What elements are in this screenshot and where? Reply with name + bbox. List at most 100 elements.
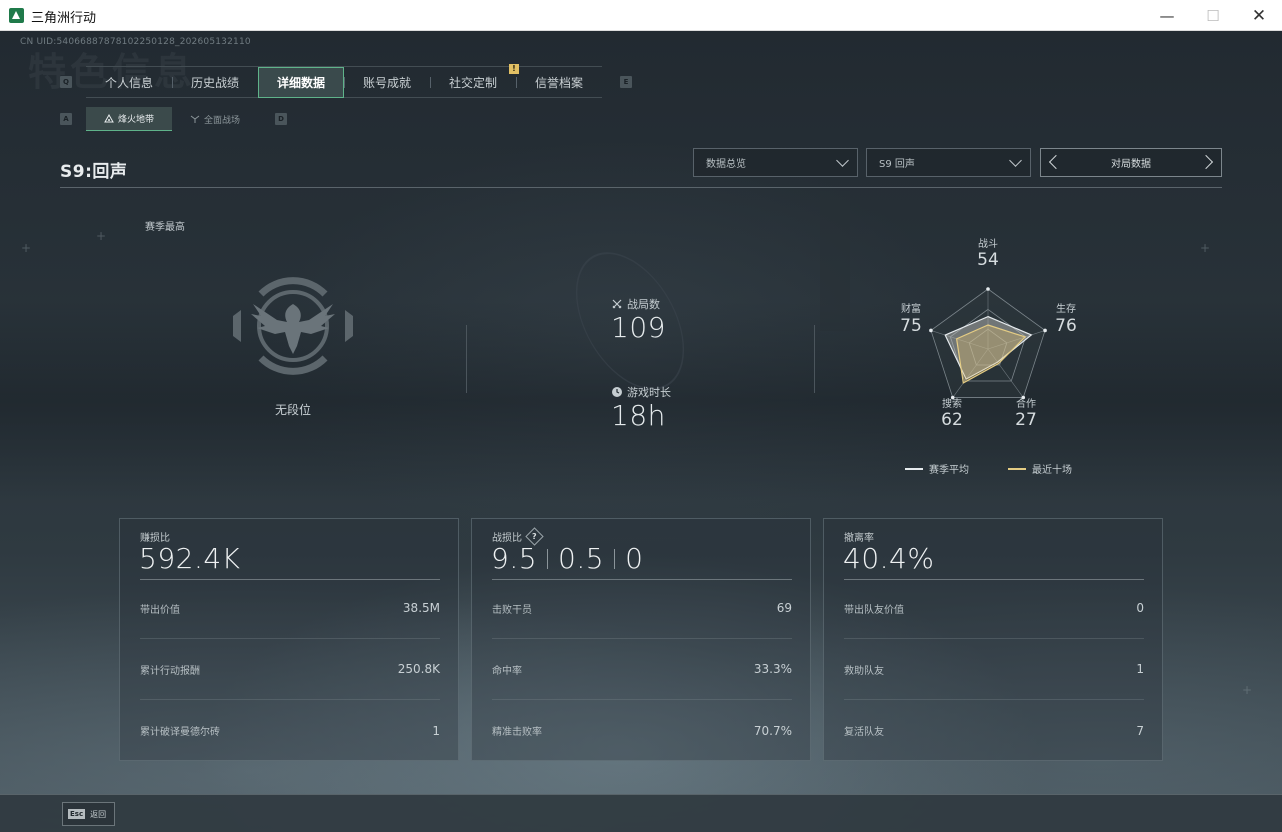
stat-row-value: 0 bbox=[1136, 601, 1144, 615]
stat-row-label: 带出价值 bbox=[140, 604, 180, 616]
app-root: + + + + 特色信息 CN UID:540668878781022501​2… bbox=[0, 31, 1282, 832]
radar-label-survival: 生存 bbox=[1056, 304, 1076, 315]
radar-value-combat: 54 bbox=[977, 250, 999, 270]
matches-stat: 战局数 bbox=[611, 296, 660, 312]
esc-key-hint: Esc bbox=[68, 809, 86, 819]
stat-row: 累计破译曼德尔砖 1 bbox=[140, 700, 440, 761]
stat-row: 击败干员 69 bbox=[492, 578, 792, 639]
window-title: 三角洲行动 bbox=[31, 11, 97, 26]
stat-row-label: 击败干员 bbox=[492, 604, 532, 616]
stat-row: 累计行动报酬 250.8K bbox=[140, 639, 440, 700]
extract-rate-value: 40.4% bbox=[843, 542, 935, 575]
season-title: S9:回声 bbox=[60, 162, 128, 182]
ability-radar-chart bbox=[929, 287, 1047, 400]
stat-row-value: 38.5M bbox=[402, 601, 440, 615]
radar-value-search: 62 bbox=[941, 410, 963, 430]
subtab-warfare[interactable]: 全面战场 bbox=[172, 107, 258, 131]
footer-bar: Esc 返回 bbox=[0, 794, 1282, 832]
tab-detailed-data[interactable]: 详细数据 bbox=[258, 67, 344, 98]
legend-recent-ten: 最近十场 bbox=[1008, 461, 1072, 476]
stat-row-value: 250.8K bbox=[397, 662, 440, 676]
subtab-warfare-label: 全面战场 bbox=[203, 115, 240, 126]
stat-row-value: 1 bbox=[432, 723, 440, 738]
radar-value-survival: 76 bbox=[1055, 316, 1077, 336]
playtime-label: 游戏时长 bbox=[627, 386, 671, 399]
stat-row: 精准击败率 70.7% bbox=[492, 700, 792, 761]
subtab-operations-label: 烽火地带 bbox=[117, 115, 154, 125]
playtime-value: 18h bbox=[611, 399, 666, 432]
stat-row-label: 累计行动报酬 bbox=[140, 665, 200, 677]
matches-value: 109 bbox=[611, 311, 666, 344]
chevron-right-icon[interactable] bbox=[1198, 154, 1214, 170]
next-tab-key[interactable]: E bbox=[620, 76, 632, 88]
background-tower bbox=[820, 191, 850, 331]
back-button[interactable]: Esc 返回 bbox=[62, 802, 115, 826]
playtime-stat: 游戏时长 bbox=[611, 384, 671, 400]
minimize-button[interactable]: — bbox=[1144, 0, 1190, 31]
season-divider bbox=[60, 187, 1222, 188]
assist-value: 0 bbox=[625, 542, 644, 575]
legend-recent-ten-label: 最近十场 bbox=[1032, 465, 1072, 476]
deco-cross: + bbox=[1200, 241, 1211, 255]
maximize-button[interactable]: ☐ bbox=[1190, 0, 1236, 31]
rank-emblem-icon bbox=[233, 277, 353, 375]
profit-card: 赚损比 592.4K 带出价值 38.5M 累计行动报酬 250.8K 累计破译曼德… bbox=[119, 518, 459, 761]
prev-tab-key[interactable]: Q bbox=[60, 76, 72, 88]
tab-achievements[interactable]: 账号成就 bbox=[344, 67, 430, 98]
main-tabs: 个人信息 历史战绩 详细数据 账号成就 社交定制 信誉档案 bbox=[86, 66, 602, 98]
legend-season-avg-label: 赛季平均 bbox=[929, 465, 969, 476]
matches-label: 战局数 bbox=[627, 298, 660, 311]
death-value: 0.5 bbox=[558, 542, 605, 575]
stat-row-label: 救助队友 bbox=[844, 665, 884, 677]
tab-profile[interactable]: 个人信息 bbox=[86, 67, 172, 98]
close-button[interactable]: ✕ bbox=[1236, 0, 1282, 31]
value-separator bbox=[614, 548, 616, 569]
season-select[interactable]: S9 回声 bbox=[866, 148, 1031, 177]
radar-value-cooperation: 27 bbox=[1015, 410, 1037, 430]
divider bbox=[466, 325, 467, 393]
legend-season-avg: 赛季平均 bbox=[905, 461, 969, 476]
stat-row-label: 精准击败率 bbox=[492, 727, 542, 738]
stat-row: 带出价值 38.5M bbox=[140, 578, 440, 639]
rank-label: 无段位 bbox=[274, 403, 311, 417]
season-best-label: 赛季最高 bbox=[145, 222, 185, 233]
prev-subtab-key[interactable]: A bbox=[60, 113, 72, 125]
tab-reputation[interactable]: 信誉档案 bbox=[516, 67, 602, 98]
next-subtab-key[interactable]: D bbox=[275, 113, 287, 125]
deco-cross: + bbox=[96, 229, 107, 243]
radar-vertex-dot bbox=[986, 287, 990, 291]
value-separator bbox=[547, 548, 549, 569]
stat-row: 救助队友 1 bbox=[844, 639, 1144, 700]
stat-row-value: 7 bbox=[1136, 723, 1144, 738]
radar-label-combat: 战斗 bbox=[978, 239, 998, 250]
stat-row-value: 1 bbox=[1136, 662, 1144, 676]
stat-row-label: 累计破译曼德尔砖 bbox=[140, 727, 220, 738]
notification-badge: ! bbox=[509, 64, 519, 74]
legend-swatch bbox=[1008, 467, 1026, 470]
chevron-down-icon bbox=[1009, 154, 1022, 167]
deco-cross: + bbox=[1242, 683, 1253, 697]
stat-row-label: 命中率 bbox=[492, 665, 522, 677]
combat-card: 战损比 ? 9.5 0.5 0 击败干员 69 命中率 33.3% 精准击败率 70.… bbox=[471, 518, 811, 761]
player-uid: CN UID:540668878781022501​28_20260513211… bbox=[20, 37, 251, 47]
window-titlebar: 三角洲行动 — ☐ ✕ bbox=[0, 0, 1282, 31]
profit-ratio-value: 592.4K bbox=[139, 542, 241, 575]
view-pager-label: 对局数据 bbox=[1111, 159, 1151, 170]
chevron-down-icon bbox=[836, 154, 849, 167]
stat-row: 复活队友 7 bbox=[844, 700, 1144, 761]
tab-social[interactable]: 社交定制 bbox=[430, 67, 516, 98]
stat-row: 带出队友价值 0 bbox=[844, 578, 1144, 639]
subtab-operations[interactable]: 烽火地带 bbox=[86, 107, 172, 131]
kill-value: 9.5 bbox=[491, 542, 538, 575]
chevron-left-icon[interactable] bbox=[1048, 154, 1064, 170]
combat-ratio-values: 9.5 0.5 0 bbox=[491, 542, 643, 575]
clock-icon bbox=[612, 387, 622, 397]
legend-swatch bbox=[905, 467, 923, 470]
stat-row-label: 带出队友价值 bbox=[844, 604, 904, 616]
tab-history[interactable]: 历史战绩 bbox=[172, 67, 258, 98]
crossed-swords-icon bbox=[612, 299, 622, 309]
mode-select[interactable]: 数据总览 bbox=[693, 148, 858, 177]
radar-label-cooperation: 合作 bbox=[1016, 399, 1036, 410]
radar-label-wealth: 财富 bbox=[901, 304, 921, 315]
extract-card: 撤离率 40.4% 带出队友价值 0 救助队友 1 复活队友 7 bbox=[823, 518, 1163, 761]
